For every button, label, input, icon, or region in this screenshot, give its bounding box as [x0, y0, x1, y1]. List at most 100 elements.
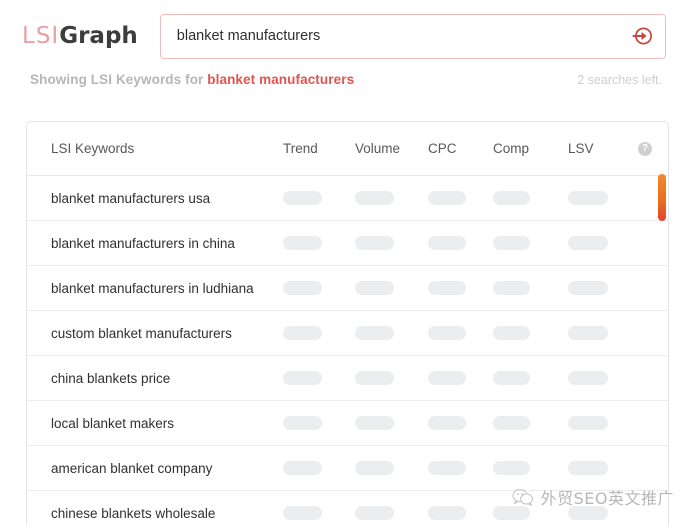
- metric-cell-cpc: [428, 236, 493, 250]
- column-header-keyword[interactable]: LSI Keywords: [51, 141, 283, 156]
- table-row[interactable]: blanket manufacturers in ludhiana: [27, 266, 668, 311]
- loading-placeholder: [428, 326, 466, 340]
- metric-cell-volume: [355, 191, 428, 205]
- loading-placeholder: [283, 281, 322, 295]
- loading-placeholder: [493, 461, 530, 475]
- table-row[interactable]: chinese blankets wholesale: [27, 491, 668, 525]
- table-row[interactable]: local blanket makers: [27, 401, 668, 446]
- loading-placeholder: [493, 326, 530, 340]
- metric-cell-volume: [355, 461, 428, 475]
- loading-placeholder: [568, 191, 608, 205]
- metric-cell-comp: [493, 281, 568, 295]
- loading-placeholder: [355, 506, 394, 520]
- keyword-cell: custom blanket manufacturers: [51, 325, 232, 341]
- metric-cell-comp: [493, 371, 568, 385]
- metric-cell-comp: [493, 506, 568, 520]
- keyword-cell: local blanket makers: [51, 415, 175, 431]
- metric-cell-trend: [283, 506, 355, 520]
- results-summary-query: blanket manufacturers: [207, 72, 355, 87]
- enter-arrow-icon: [632, 27, 652, 45]
- loading-placeholder: [283, 461, 322, 475]
- metric-cell-comp: [493, 416, 568, 430]
- metric-cell-cpc: [428, 326, 493, 340]
- metric-cell-volume: [355, 371, 428, 385]
- keyword-cell: china blankets price: [51, 370, 171, 386]
- table-row[interactable]: blanket manufacturers usa: [27, 176, 668, 221]
- metric-cell-trend: [283, 416, 355, 430]
- search-input[interactable]: [159, 13, 666, 59]
- loading-placeholder: [428, 281, 466, 295]
- loading-placeholder: [283, 236, 322, 250]
- app-logo: LSIGraph: [22, 23, 138, 49]
- metric-cell-trend: [283, 461, 355, 475]
- column-header-lsv[interactable]: LSV: [568, 141, 630, 156]
- loading-placeholder: [283, 506, 322, 520]
- keywords-table-card: LSI Keywords Trend Volume CPC Comp LSV ?…: [26, 121, 669, 525]
- loading-placeholder: [568, 326, 608, 340]
- loading-placeholder: [493, 416, 530, 430]
- results-summary-prefix: Showing LSI Keywords for: [30, 72, 204, 87]
- loading-placeholder: [568, 506, 608, 520]
- loading-placeholder: [283, 191, 322, 205]
- logo-text-secondary: Graph: [59, 23, 138, 49]
- search-container: [159, 13, 666, 59]
- help-icon[interactable]: ?: [638, 141, 652, 156]
- loading-placeholder: [493, 506, 530, 520]
- metric-cell-comp: [493, 236, 568, 250]
- metric-cell-lsv: [568, 371, 630, 385]
- loading-placeholder: [428, 236, 466, 250]
- loading-placeholder: [355, 371, 394, 385]
- metric-cell-trend: [283, 191, 355, 205]
- metric-cell-volume: [355, 506, 428, 520]
- metric-cell-lsv: [568, 326, 630, 340]
- loading-placeholder: [355, 191, 394, 205]
- metric-cell-cpc: [428, 506, 493, 520]
- metric-cell-volume: [355, 281, 428, 295]
- metric-cell-comp: [493, 326, 568, 340]
- search-submit-button[interactable]: [626, 21, 656, 51]
- loading-placeholder: [355, 281, 394, 295]
- table-scrollbar-thumb[interactable]: [658, 174, 666, 221]
- metric-cell-volume: [355, 326, 428, 340]
- loading-placeholder: [493, 371, 530, 385]
- metric-cell-cpc: [428, 461, 493, 475]
- loading-placeholder: [493, 236, 530, 250]
- loading-placeholder: [568, 236, 608, 250]
- metric-cell-trend: [283, 236, 355, 250]
- searches-left-counter: 2 searches left.: [577, 73, 662, 87]
- loading-placeholder: [493, 281, 530, 295]
- table-body: blanket manufacturers usa blanket manufac…: [27, 176, 668, 525]
- loading-placeholder: [283, 416, 322, 430]
- column-header-comp[interactable]: Comp: [493, 141, 568, 156]
- results-summary: Showing LSI Keywords for blanket manufac…: [30, 72, 354, 87]
- loading-placeholder: [428, 461, 466, 475]
- column-header-volume[interactable]: Volume: [355, 141, 428, 156]
- loading-placeholder: [283, 326, 322, 340]
- metric-cell-lsv: [568, 416, 630, 430]
- column-header-cpc[interactable]: CPC: [428, 141, 493, 156]
- metric-cell-lsv: [568, 236, 630, 250]
- metric-cell-volume: [355, 236, 428, 250]
- metric-cell-lsv: [568, 506, 630, 520]
- loading-placeholder: [568, 461, 608, 475]
- logo-text-primary: LSI: [22, 23, 60, 49]
- loading-placeholder: [355, 236, 394, 250]
- table-header-row: LSI Keywords Trend Volume CPC Comp LSV ?: [27, 122, 668, 176]
- metric-cell-trend: [283, 281, 355, 295]
- loading-placeholder: [428, 506, 466, 520]
- metric-cell-comp: [493, 191, 568, 205]
- table-row[interactable]: china blankets price: [27, 356, 668, 401]
- table-row[interactable]: american blanket company: [27, 446, 668, 491]
- loading-placeholder: [428, 191, 466, 205]
- table-row[interactable]: custom blanket manufacturers: [27, 311, 668, 356]
- keyword-cell: blanket manufacturers usa: [51, 190, 211, 206]
- metric-cell-cpc: [428, 371, 493, 385]
- keyword-cell: blanket manufacturers in ludhiana: [51, 280, 254, 296]
- app-header: LSIGraph: [0, 0, 684, 72]
- column-header-trend[interactable]: Trend: [283, 141, 355, 156]
- table-row[interactable]: blanket manufacturers in china: [27, 221, 668, 266]
- metric-cell-volume: [355, 416, 428, 430]
- status-bar: Showing LSI Keywords for blanket manufac…: [0, 72, 684, 106]
- metric-cell-cpc: [428, 191, 493, 205]
- table-scrollbar-track[interactable]: [658, 122, 666, 525]
